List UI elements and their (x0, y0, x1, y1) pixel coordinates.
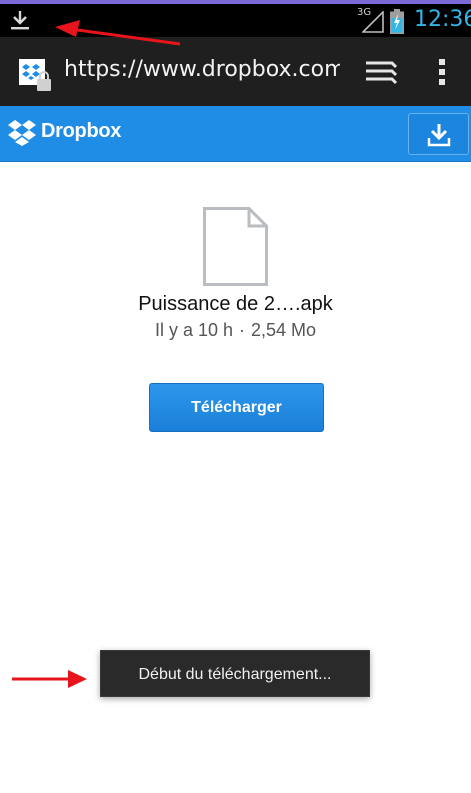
download-toast: Début du téléchargement... (100, 650, 370, 697)
signal-icon (362, 11, 384, 33)
meta-separator: · (239, 320, 245, 340)
tabs-icon[interactable] (364, 59, 398, 85)
status-clock: 12:36 (414, 7, 471, 32)
lock-favicon-icon (19, 59, 51, 91)
download-button[interactable]: Télécharger (149, 383, 324, 432)
file-icon (203, 207, 268, 286)
browser-url-bar[interactable]: https://www.dropbox.com (0, 37, 471, 106)
file-meta: Il y a 10 h · 2,54 Mo (0, 320, 471, 341)
download-icon[interactable] (8, 8, 32, 32)
file-age: Il y a 10 h (154, 320, 233, 340)
dropbox-logo-icon[interactable] (7, 119, 37, 147)
url-text[interactable]: https://www.dropbox.com (64, 57, 340, 82)
status-bar: 3G 12:36 (0, 4, 471, 37)
file-name: Puissance de 2….apk (138, 293, 333, 315)
file-size: 2,54 Mo (251, 320, 317, 340)
download-icon (427, 124, 451, 147)
header-download-button[interactable] (408, 113, 469, 155)
dropbox-header: Dropbox (0, 106, 471, 162)
dropbox-brand[interactable]: Dropbox (41, 120, 121, 143)
overflow-menu-icon[interactable] (434, 57, 450, 87)
battery-charging-icon (390, 9, 404, 34)
arrow-to-toast (12, 670, 87, 688)
